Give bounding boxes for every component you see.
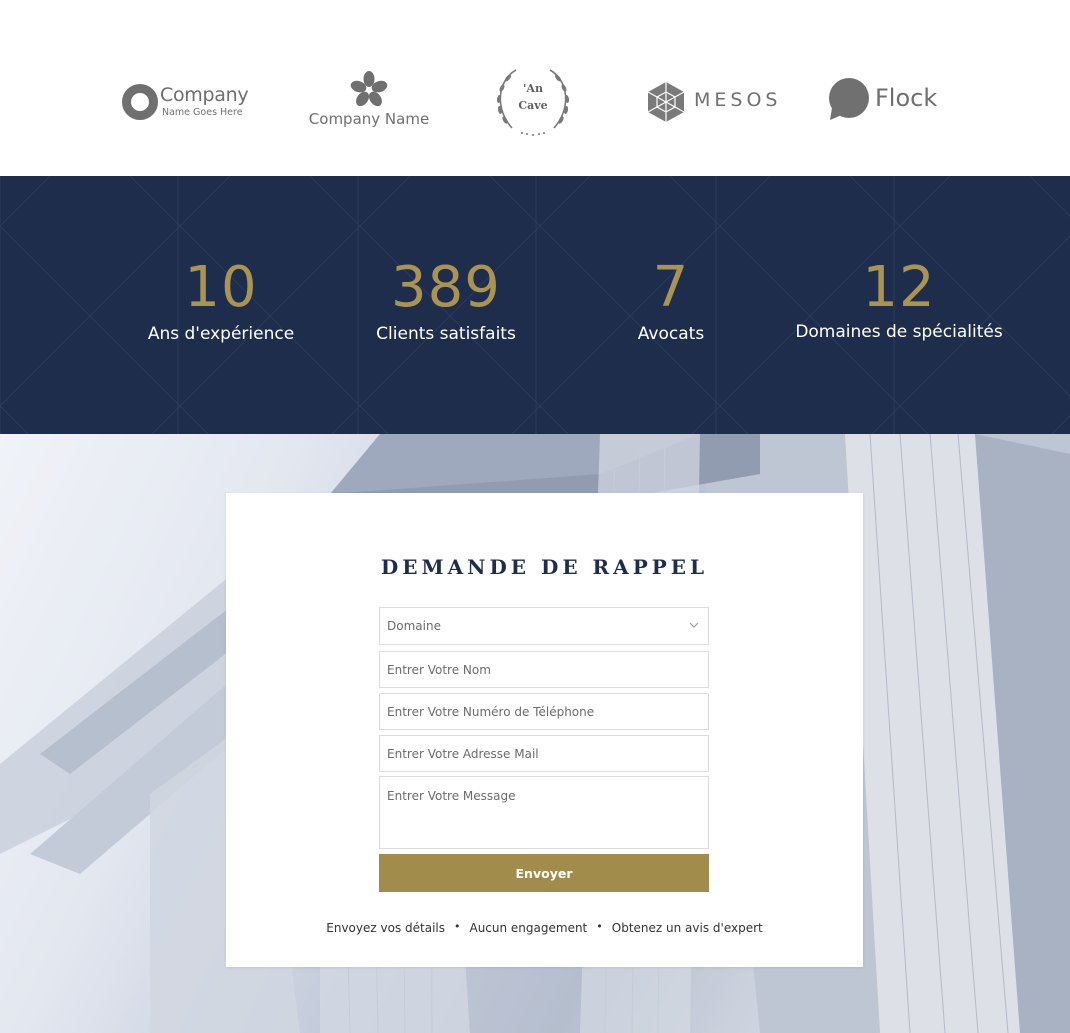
logo-an-cave-line2: Cave: [518, 99, 548, 112]
stats-band: 10 Ans d'expérience 389 Clients satisfai…: [0, 176, 1070, 434]
stat-clients: 389 Clients satisfaits: [316, 255, 576, 345]
stat-label: Avocats: [637, 324, 705, 344]
speech-bubble-logo-icon: [829, 78, 869, 120]
geodesic-logo-icon: [647, 82, 685, 122]
perk-item: Obtenez un avis d'expert: [611, 921, 763, 935]
logo-flock: Flock: [828, 78, 940, 122]
form-title: DEMANDE DE RAPPEL: [380, 555, 709, 579]
logo-mesos-name: MESOS: [694, 89, 782, 111]
logo-mesos: MESOS: [644, 80, 777, 124]
stat-label: Clients satisfaits: [376, 324, 516, 344]
submit-button[interactable]: Envoyer: [379, 854, 709, 892]
ring-logo-icon: [122, 84, 158, 120]
stat-value: 12: [862, 255, 936, 320]
stat-specialties: 12 Domaines de spécialités: [769, 255, 1029, 343]
logo-company-name-flower: Company Name: [308, 70, 430, 130]
logo-flock-name: Flock: [875, 84, 938, 112]
domain-select[interactable]: Domaine: [379, 607, 709, 645]
domain-select-value: Domaine: [387, 619, 441, 633]
stat-value: 7: [652, 255, 690, 320]
stat-experience: 10 Ans d'expérience: [91, 255, 351, 345]
callback-form-card: DEMANDE DE RAPPEL Domaine Envoyer Envoye…: [226, 493, 863, 967]
client-logos-band: Company Name Goes Here Company Name 'An …: [0, 0, 1070, 176]
perk-item: Envoyez vos détails: [326, 921, 445, 935]
form-perks: Envoyez vos détails • Aucun engagement • Obt…: [226, 920, 863, 935]
stat-label: Domaines de spécialités: [795, 322, 1003, 342]
message-textarea[interactable]: [379, 776, 709, 849]
phone-input[interactable]: [379, 693, 709, 730]
logo-flower-name: Company Name: [308, 110, 430, 128]
bullet-separator: •: [453, 920, 461, 933]
logo-an-cave-line1: 'An: [523, 82, 543, 95]
logo-company: Company Name Goes Here: [122, 82, 252, 122]
flower-logo-icon: [350, 71, 388, 107]
email-input[interactable]: [379, 735, 709, 772]
stat-value: 389: [391, 255, 501, 320]
logo-company-name: Company: [160, 84, 249, 106]
logo-an-cave: 'An Cave: [486, 62, 580, 142]
stat-lawyers: 7 Avocats: [541, 255, 801, 345]
perk-item: Aucun engagement: [469, 921, 588, 935]
logo-company-tagline: Name Goes Here: [162, 107, 243, 118]
bullet-separator: •: [596, 920, 603, 933]
stat-value: 10: [184, 255, 258, 320]
name-input[interactable]: [379, 651, 709, 688]
stat-label: Ans d'expérience: [147, 324, 295, 344]
chevron-down-icon: [689, 622, 699, 628]
